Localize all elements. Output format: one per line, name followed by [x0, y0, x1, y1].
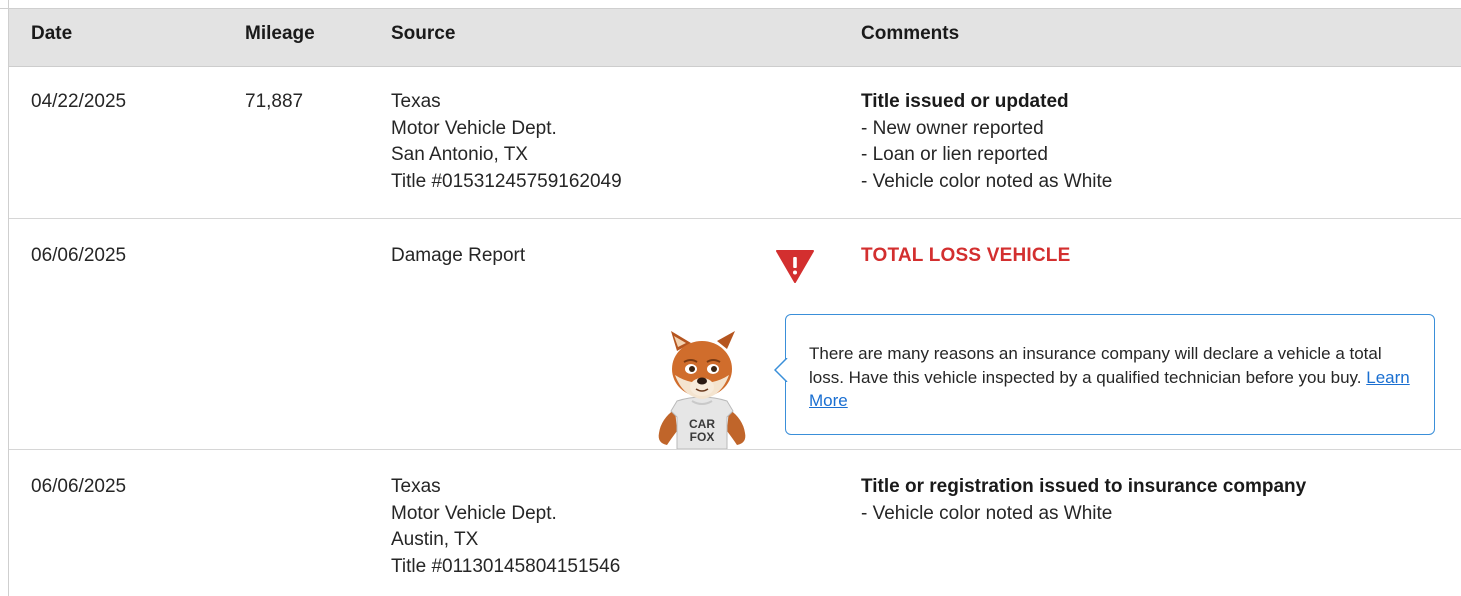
source-line: Motor Vehicle Dept. [391, 502, 557, 524]
source-line: San Antonio, TX [391, 144, 528, 165]
warning-triangle-icon [776, 250, 814, 283]
header-date: Date [31, 23, 73, 44]
svg-text:CAR: CAR [689, 417, 715, 431]
source-line: Title #01130145804151546 [391, 555, 621, 577]
table-row: 06/06/2025 Damage Report TOTAL LOSS VEHI… [9, 219, 1461, 450]
row-comments: Title issued or updated - New owner repo… [861, 89, 1112, 195]
tooltip-pointer [774, 358, 788, 382]
row-comments: Title or registration issued to insuranc… [861, 474, 1306, 527]
comment-item: - Vehicle color noted as White [861, 170, 1113, 192]
header-mileage: Mileage [245, 23, 315, 44]
row-source: Texas Motor Vehicle Dept. San Antonio, T… [391, 89, 622, 195]
tooltip-message: There are many reasons an insurance comp… [809, 344, 1382, 387]
svg-text:FOX: FOX [690, 430, 715, 444]
source-line: Motor Vehicle Dept. [391, 117, 557, 139]
row-date: 04/22/2025 [31, 91, 127, 112]
source-line: Texas [391, 91, 441, 112]
total-loss-alert: TOTAL LOSS VEHICLE [861, 245, 1071, 266]
comment-item: - Vehicle color noted as White [861, 502, 1113, 524]
row-source: Damage Report [391, 243, 525, 270]
source-line: Damage Report [391, 245, 526, 266]
table-header: Date Mileage Source Comments [9, 9, 1461, 67]
comment-item: - New owner reported [861, 117, 1044, 139]
source-line: Texas [391, 476, 441, 497]
row-date: 06/06/2025 [31, 476, 127, 497]
comment-title: Title issued or updated [861, 91, 1069, 112]
row-mileage: 71,887 [245, 91, 304, 112]
header-source: Source [391, 23, 456, 44]
comment-title: Title or registration issued to insuranc… [861, 476, 1307, 497]
carfox-mascot: CAR FOX [658, 331, 746, 449]
row-comments: TOTAL LOSS VEHICLE [861, 243, 1070, 270]
total-loss-tooltip: There are many reasons an insurance comp… [774, 314, 1435, 435]
source-line: Austin, TX [391, 529, 479, 550]
row-source: Texas Motor Vehicle Dept. Austin, TX Tit… [391, 474, 620, 580]
source-line: Title #01531245759162049 [391, 170, 622, 192]
table-row: 06/06/2025 Texas Motor Vehicle Dept. Aus… [9, 450, 1461, 596]
header-comments: Comments [861, 23, 960, 44]
row-date: 06/06/2025 [31, 245, 127, 266]
tooltip-text: There are many reasons an insurance comp… [809, 342, 1419, 413]
comment-item: - Loan or lien reported [861, 144, 1048, 165]
table-row: 04/22/2025 71,887 Texas Motor Vehicle De… [9, 67, 1461, 219]
